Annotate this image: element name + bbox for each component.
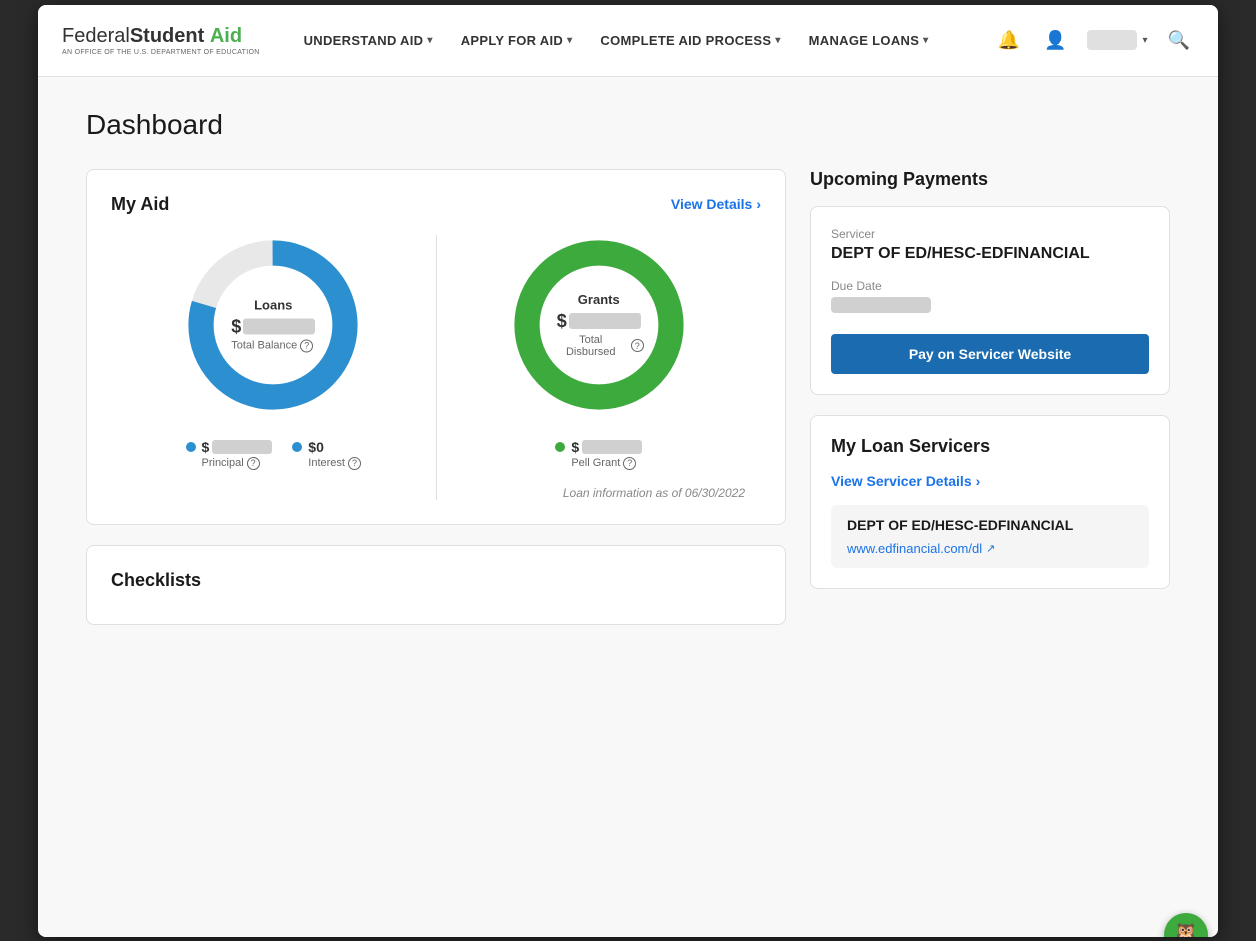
- left-column: My Aid View Details ›: [86, 169, 786, 625]
- loans-interest-label: Interest ?: [308, 457, 361, 470]
- due-date-label: Due Date: [831, 279, 1149, 293]
- pell-amount-redacted: [582, 440, 642, 454]
- header-icons: 🔔 👤 ▾ 🔍: [994, 26, 1194, 55]
- grants-donut-center: Grants $ Total Disbursed ?: [554, 292, 644, 358]
- logo-subtitle: An Office of the U.S. Department of Educ…: [62, 49, 260, 56]
- dashboard-grid: My Aid View Details ›: [86, 169, 1170, 625]
- main-content: Dashboard My Aid View Details ›: [38, 77, 1218, 937]
- grants-disbursed-help-icon[interactable]: ?: [631, 339, 644, 352]
- grants-dollar-sign: $: [557, 311, 567, 332]
- loans-interest-dot: [292, 442, 302, 452]
- my-aid-card: My Aid View Details ›: [86, 169, 786, 525]
- logo[interactable]: FederalStudent Aid An Office of the U.S.…: [62, 25, 260, 56]
- loans-balance-help-icon[interactable]: ?: [300, 339, 313, 352]
- due-date-value: [831, 297, 931, 313]
- user-area[interactable]: ▾: [1087, 30, 1148, 50]
- main-nav: UNDERSTAND AID ▾ APPLY FOR AID ▾ COMPLET…: [292, 25, 994, 56]
- loan-info-date: Loan information as of 06/30/2022: [453, 486, 746, 500]
- logo-federal: Federal: [62, 25, 130, 47]
- grants-amount: $: [554, 311, 644, 332]
- servicer-name: DEPT OF ED/HESC-EDFINANCIAL: [831, 245, 1149, 263]
- servicer-details-chevron-icon: ›: [976, 473, 981, 489]
- grants-disbursed-label: Total Disbursed ?: [554, 334, 644, 358]
- upcoming-payments-title: Upcoming Payments: [810, 169, 1170, 190]
- logo-student: Student: [130, 25, 204, 47]
- right-column: Upcoming Payments Servicer DEPT OF ED/HE…: [810, 169, 1170, 625]
- search-icon: 🔍: [1168, 30, 1190, 51]
- user-icon: 👤: [1044, 30, 1066, 51]
- aid-charts: Loans $ Total Balance ?: [111, 235, 761, 500]
- checklists-title: Checklists: [111, 570, 761, 591]
- loans-principal-row: $: [186, 439, 273, 455]
- view-details-chevron-icon: ›: [756, 196, 761, 212]
- servicer-item-name: DEPT OF ED/HESC-EDFINANCIAL: [847, 517, 1133, 533]
- loans-balance-label: Total Balance ?: [231, 339, 315, 352]
- page-title: Dashboard: [86, 109, 1170, 141]
- checklists-card: Checklists: [86, 545, 786, 625]
- grants-donut-container: Grants $ Total Disbursed ?: [509, 235, 689, 415]
- browser-frame: FederalStudent Aid An Office of the U.S.…: [38, 5, 1218, 937]
- principal-help-icon[interactable]: ?: [247, 457, 260, 470]
- loans-principal-amount: $: [202, 439, 273, 455]
- grants-label: Grants: [554, 292, 644, 307]
- loans-label: Loans: [231, 297, 315, 312]
- loans-principal-legend: $ Principal ?: [186, 439, 273, 470]
- understand-aid-chevron-icon: ▾: [427, 35, 432, 46]
- grants-pell-legend: $ Pell Grant ?: [555, 439, 642, 470]
- owl-icon: 🦉: [1172, 922, 1199, 937]
- loans-principal-dot: [186, 442, 196, 452]
- upcoming-payments-section: Upcoming Payments Servicer DEPT OF ED/HE…: [810, 169, 1170, 395]
- my-aid-title: My Aid: [111, 194, 169, 215]
- loan-servicers-title: My Loan Servicers: [831, 436, 1149, 457]
- grants-legend: $ Pell Grant ?: [555, 439, 642, 470]
- loans-interest-legend: $0 Interest ?: [292, 439, 361, 470]
- loans-principal-label: Principal ?: [202, 457, 260, 470]
- grants-section: Grants $ Total Disbursed ?: [436, 235, 762, 500]
- complete-aid-chevron-icon: ▾: [775, 35, 780, 46]
- apply-for-aid-chevron-icon: ▾: [567, 35, 572, 46]
- user-chevron-icon: ▾: [1143, 35, 1148, 46]
- servicer-label: Servicer: [831, 227, 1149, 241]
- nav-understand-aid[interactable]: UNDERSTAND AID ▾: [292, 25, 445, 56]
- principal-amount-redacted: [212, 440, 272, 454]
- loans-legend: $ Principal ?: [186, 439, 361, 470]
- grants-pell-row: $: [555, 439, 642, 455]
- loans-donut-center: Loans $ Total Balance ?: [231, 297, 315, 352]
- nav-manage-loans[interactable]: MANAGE LOANS ▾: [797, 25, 941, 56]
- pay-on-servicer-button[interactable]: Pay on Servicer Website: [831, 334, 1149, 374]
- servicer-url[interactable]: www.edfinancial.com/dl ↗: [847, 541, 1133, 556]
- notification-bell-button[interactable]: 🔔: [994, 26, 1024, 55]
- view-servicer-details-link[interactable]: View Servicer Details ›: [831, 473, 1149, 489]
- logo-title: FederalStudent Aid: [62, 25, 260, 47]
- manage-loans-chevron-icon: ▾: [923, 35, 928, 46]
- header: FederalStudent Aid An Office of the U.S.…: [38, 5, 1218, 77]
- nav-complete-aid-process[interactable]: COMPLETE AID PROCESS ▾: [588, 25, 792, 56]
- view-details-link[interactable]: View Details ›: [671, 196, 761, 212]
- user-profile-button[interactable]: 👤: [1040, 26, 1070, 55]
- user-name-badge: [1087, 30, 1137, 50]
- grants-pell-dot: [555, 442, 565, 452]
- servicer-item: DEPT OF ED/HESC-EDFINANCIAL www.edfinanc…: [831, 505, 1149, 568]
- loan-servicers-section: My Loan Servicers View Servicer Details …: [810, 415, 1170, 589]
- loans-interest-row: $0: [292, 439, 324, 455]
- loans-amount-redacted: [243, 319, 315, 335]
- interest-help-icon[interactable]: ?: [348, 457, 361, 470]
- search-button[interactable]: 🔍: [1164, 26, 1194, 55]
- grants-pell-label: Pell Grant ?: [571, 457, 636, 470]
- loans-amount: $: [231, 316, 315, 337]
- loans-donut-container: Loans $ Total Balance ?: [183, 235, 363, 415]
- nav-apply-for-aid[interactable]: APPLY FOR AID ▾: [449, 25, 585, 56]
- payment-card: Servicer DEPT OF ED/HESC-EDFINANCIAL Due…: [810, 206, 1170, 395]
- loans-interest-amount: $0: [308, 439, 324, 455]
- grants-pell-amount: $: [571, 439, 642, 455]
- logo-aid: Aid: [210, 25, 242, 47]
- external-link-icon: ↗: [986, 542, 995, 555]
- loans-section: Loans $ Total Balance ?: [111, 235, 436, 500]
- my-aid-card-header: My Aid View Details ›: [111, 194, 761, 215]
- loans-dollar-sign: $: [231, 316, 241, 337]
- pell-help-icon[interactable]: ?: [623, 457, 636, 470]
- bell-icon: 🔔: [998, 30, 1020, 51]
- grants-amount-redacted: [569, 313, 641, 329]
